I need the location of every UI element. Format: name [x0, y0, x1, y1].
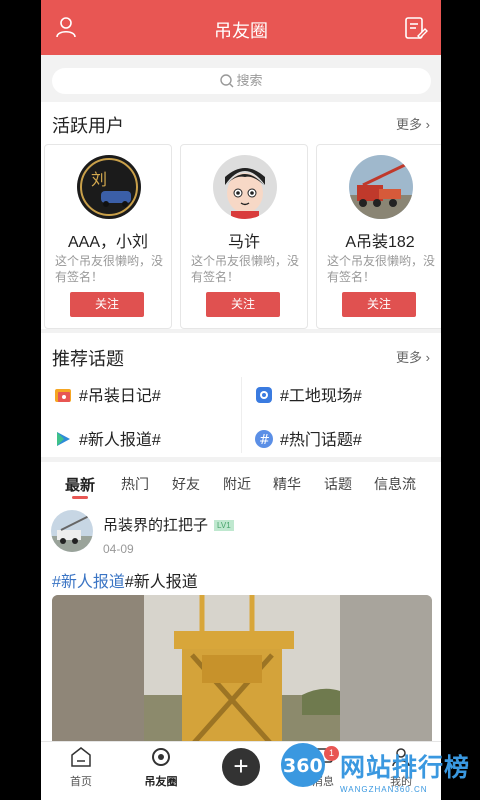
avatar[interactable] — [213, 155, 277, 219]
active-users-section: 活跃用户 更多 › 刘 AAA，小刘 这个吊友很懒哟，没有签名！ 关注 马许 这… — [41, 102, 441, 329]
topic-item[interactable]: # #热门话题# — [255, 426, 362, 450]
user-name: 马许 — [227, 234, 260, 251]
feed-post[interactable]: 吊装界的扛把子 LV1 04-09 #新人报道#新人报道 — [41, 502, 441, 752]
home-icon — [70, 747, 92, 770]
tab-friends[interactable]: 好友 — [172, 474, 200, 494]
topics-divider — [241, 377, 242, 453]
add-post-button[interactable]: + — [222, 748, 260, 786]
search-icon — [220, 73, 236, 88]
watermark-text: 网站排行榜 — [340, 754, 471, 782]
nav-circle[interactable]: 吊友圈 — [131, 747, 191, 789]
follow-button[interactable]: 关注 — [342, 292, 416, 317]
search-bar-area: 搜索 — [41, 55, 441, 102]
header-bar: 吊友圈 — [41, 0, 441, 55]
watermark: 360 网站排行榜 WANGZHAN360.CN — [277, 740, 480, 800]
play-icon — [54, 430, 72, 448]
user-signature: 这个吊友很懒哟，没有签名！ — [327, 254, 436, 284]
tab-topics[interactable]: 话题 — [324, 474, 352, 494]
post-image[interactable] — [52, 595, 432, 752]
site-icon — [255, 386, 273, 404]
tab-nearby[interactable]: 附近 — [223, 474, 251, 494]
edit-icon[interactable] — [404, 16, 428, 45]
topics-section: 推荐话题 更多 › #吊装日记# #工地现场# #新人报道# # #热门话题# — [41, 333, 441, 457]
svg-text:刘: 刘 — [91, 170, 107, 189]
active-tab-indicator — [72, 496, 88, 499]
chevron-right-icon: › — [422, 117, 430, 132]
post-content: #新人报道#新人报道 — [52, 574, 198, 591]
tab-latest[interactable]: 最新 — [65, 474, 95, 495]
post-author[interactable]: 吊装界的扛把子 LV1 — [103, 514, 234, 535]
user-card[interactable]: 马许 这个吊友很懒哟，没有签名！ 关注 — [180, 144, 308, 329]
topic-item[interactable]: #新人报道# — [54, 426, 161, 450]
post-date: 04-09 — [103, 542, 134, 556]
user-card[interactable]: A吊装182 这个吊友很懒哟，没有签名！ 关注 — [316, 144, 441, 329]
tab-featured[interactable]: 精华 — [273, 474, 301, 494]
level-badge: LV1 — [214, 520, 234, 531]
user-card[interactable]: 刘 AAA，小刘 这个吊友很懒哟，没有签名！ 关注 — [44, 144, 172, 329]
app-screen: 吊友圈 搜索 活跃用户 更多 › 刘 AAA，小刘 这个吊友很懒哟，没有签名！ … — [41, 0, 441, 800]
active-users-title: 活跃用户 — [52, 116, 124, 136]
user-name: A吊装182 — [345, 234, 415, 251]
user-signature: 这个吊友很懒哟，没有签名！ — [191, 254, 300, 284]
topic-item[interactable]: #工地现场# — [255, 382, 362, 406]
svg-text:#: # — [259, 433, 270, 448]
search-input[interactable]: 搜索 — [52, 68, 431, 94]
avatar[interactable] — [349, 155, 413, 219]
topics-more-link[interactable]: 更多 › — [396, 347, 430, 366]
nav-home[interactable]: 首页 — [51, 747, 111, 789]
tab-info-flow[interactable]: 信息流 — [374, 474, 416, 494]
user-signature: 这个吊友很懒哟，没有签名！ — [55, 254, 164, 284]
topic-item[interactable]: #吊装日记# — [54, 382, 161, 406]
circle-icon — [151, 748, 171, 770]
feed-tabs: 最新 热门 好友 附近 精华 话题 信息流 — [41, 462, 441, 502]
diary-icon — [54, 386, 72, 404]
svg-text:360: 360 — [283, 755, 323, 777]
avatar[interactable]: 刘 — [77, 155, 141, 219]
tab-hot[interactable]: 热门 — [121, 474, 149, 494]
page-title: 吊友圈 — [214, 21, 268, 41]
follow-button[interactable]: 关注 — [206, 292, 280, 317]
topics-title: 推荐话题 — [52, 349, 124, 369]
avatar[interactable] — [51, 510, 93, 552]
follow-button[interactable]: 关注 — [70, 292, 144, 317]
hashtag-icon: # — [255, 430, 273, 448]
watermark-url: WANGZHAN360.CN — [340, 785, 428, 794]
chevron-right-icon: › — [422, 350, 430, 365]
post-tag[interactable]: #新人报道 — [52, 574, 125, 591]
active-users-more-link[interactable]: 更多 › — [396, 114, 430, 133]
user-name: AAA，小刘 — [67, 234, 149, 251]
watermark-logo: 360 — [281, 743, 325, 787]
search-placeholder: 搜索 — [236, 73, 263, 88]
